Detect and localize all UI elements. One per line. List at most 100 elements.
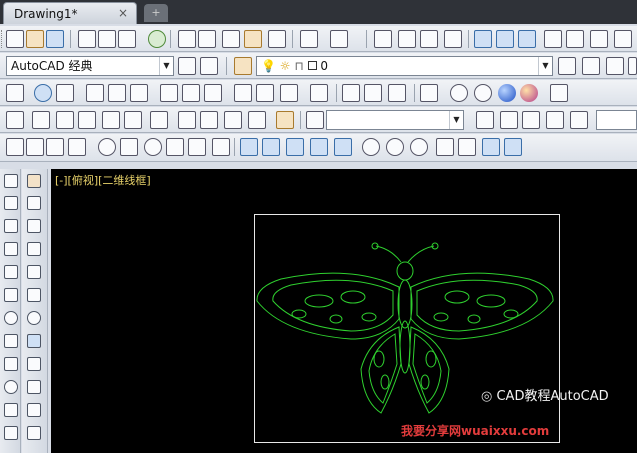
back-arrow-icon[interactable] — [306, 111, 324, 129]
wedge-icon[interactable] — [46, 138, 64, 156]
polygon-icon[interactable] — [4, 242, 18, 256]
loft-icon[interactable] — [334, 138, 352, 156]
view-bottom-icon[interactable] — [32, 111, 50, 129]
sphere-icon[interactable] — [98, 138, 116, 156]
help-icon[interactable] — [614, 30, 632, 48]
drawing-canvas[interactable]: [-][俯视][二维线框] ◎ CAD教程AutoCAD 我要分享网wuaixx… — [51, 169, 637, 453]
polyline-icon[interactable] — [4, 219, 18, 233]
move-icon[interactable] — [27, 288, 41, 302]
match-properties-icon[interactable] — [244, 30, 262, 48]
erase-icon[interactable] — [27, 174, 41, 188]
ellipse-arc-icon[interactable] — [4, 403, 18, 417]
cylinder-icon[interactable] — [120, 138, 138, 156]
walk-icon[interactable] — [546, 111, 564, 129]
open-folder-icon[interactable] — [26, 30, 44, 48]
camera-icon[interactable] — [248, 111, 266, 129]
view-top-icon[interactable] — [6, 111, 24, 129]
helix-icon[interactable] — [188, 138, 206, 156]
close-icon[interactable]: × — [118, 6, 128, 20]
polysolid-icon[interactable] — [6, 138, 24, 156]
publish-icon[interactable] — [118, 30, 136, 48]
array-icon[interactable] — [27, 265, 41, 279]
hidden-icon[interactable] — [474, 84, 492, 102]
layer-select[interactable]: 💡 ☼ ⊓ 0 ▼ — [256, 56, 553, 76]
ordinate-icon[interactable] — [86, 84, 104, 102]
layer-previous-icon[interactable] — [582, 57, 600, 75]
3d-move-icon[interactable] — [436, 138, 454, 156]
dimension-edit-icon[interactable] — [310, 84, 328, 102]
print-preview-icon[interactable] — [98, 30, 116, 48]
named-views-icon[interactable] — [276, 111, 294, 129]
scale-select[interactable] — [596, 110, 637, 130]
diameter-icon[interactable] — [130, 84, 148, 102]
pan-icon[interactable] — [476, 111, 494, 129]
realistic-icon[interactable] — [498, 84, 516, 102]
ne-iso-icon[interactable] — [200, 111, 218, 129]
new-tab-button[interactable]: + — [144, 4, 168, 22]
sw-iso-icon[interactable] — [150, 111, 168, 129]
visual-style-icon[interactable] — [420, 84, 438, 102]
properties-icon[interactable] — [474, 30, 492, 48]
view-right-icon[interactable] — [78, 111, 96, 129]
radius-icon[interactable] — [34, 84, 52, 102]
center-mark-icon[interactable] — [280, 84, 298, 102]
angular-icon[interactable] — [160, 84, 178, 102]
3d-dwf-icon[interactable] — [148, 30, 166, 48]
zoom-realtime-icon[interactable] — [398, 30, 416, 48]
copy-icon[interactable] — [198, 30, 216, 48]
free-orbit-icon[interactable] — [364, 84, 382, 102]
arc-icon[interactable] — [4, 288, 18, 302]
revcloud-icon[interactable] — [4, 334, 18, 348]
sheet-set-icon[interactable] — [544, 30, 562, 48]
zoom-window-icon[interactable] — [420, 30, 438, 48]
insert-block-icon[interactable] — [4, 426, 18, 440]
break-icon[interactable] — [27, 426, 41, 440]
revolve-icon[interactable] — [310, 138, 328, 156]
view-select[interactable]: ▼ — [326, 110, 464, 130]
arc-length-icon[interactable] — [56, 84, 74, 102]
tool-palettes-icon[interactable] — [518, 30, 536, 48]
save-icon[interactable] — [46, 30, 64, 48]
trim-icon[interactable] — [27, 380, 41, 394]
3d-orbit-icon[interactable] — [342, 84, 360, 102]
document-tab[interactable]: Drawing1* × — [3, 2, 137, 24]
new-file-icon[interactable] — [6, 30, 24, 48]
visual-style-manager-icon[interactable] — [550, 84, 568, 102]
markup-icon[interactable] — [566, 30, 584, 48]
planar-surface-icon[interactable] — [212, 138, 230, 156]
scale-icon[interactable] — [27, 334, 41, 348]
cut-icon[interactable] — [178, 30, 196, 48]
calculator-icon[interactable] — [590, 30, 608, 48]
view-back-icon[interactable] — [124, 111, 142, 129]
make-current-layer-icon[interactable] — [558, 57, 576, 75]
view-left-icon[interactable] — [56, 111, 74, 129]
ellipse-icon[interactable] — [4, 380, 18, 394]
offset-icon[interactable] — [27, 242, 41, 256]
extrude-icon[interactable] — [240, 138, 258, 156]
se-iso-icon[interactable] — [178, 111, 196, 129]
fly-icon[interactable] — [570, 111, 588, 129]
jogged-icon[interactable] — [108, 84, 126, 102]
3d-rotate-icon[interactable] — [458, 138, 476, 156]
zoom-previous-icon[interactable] — [444, 30, 462, 48]
workspace-select[interactable]: AutoCAD 经典 ▼ — [6, 56, 174, 76]
layer-more-icon[interactable] — [628, 57, 637, 75]
layer-properties-icon[interactable] — [234, 57, 252, 75]
toolbar-grip[interactable] — [1, 30, 4, 48]
pyramid-icon[interactable] — [166, 138, 184, 156]
box-icon[interactable] — [26, 138, 44, 156]
baseline-icon[interactable] — [204, 84, 222, 102]
subtract-icon[interactable] — [386, 138, 404, 156]
3d-array-icon[interactable] — [504, 138, 522, 156]
nw-iso-icon[interactable] — [224, 111, 242, 129]
linear-dimension-icon[interactable] — [6, 84, 24, 102]
spline-icon[interactable] — [4, 357, 18, 371]
3d-align-icon[interactable] — [482, 138, 500, 156]
undo-icon[interactable] — [300, 30, 318, 48]
redo-icon[interactable] — [330, 30, 348, 48]
zoom-icon[interactable] — [500, 111, 518, 129]
paste-icon[interactable] — [222, 30, 240, 48]
tolerance-icon[interactable] — [256, 84, 274, 102]
torus-icon[interactable] — [144, 138, 162, 156]
mirror-icon[interactable] — [27, 219, 41, 233]
